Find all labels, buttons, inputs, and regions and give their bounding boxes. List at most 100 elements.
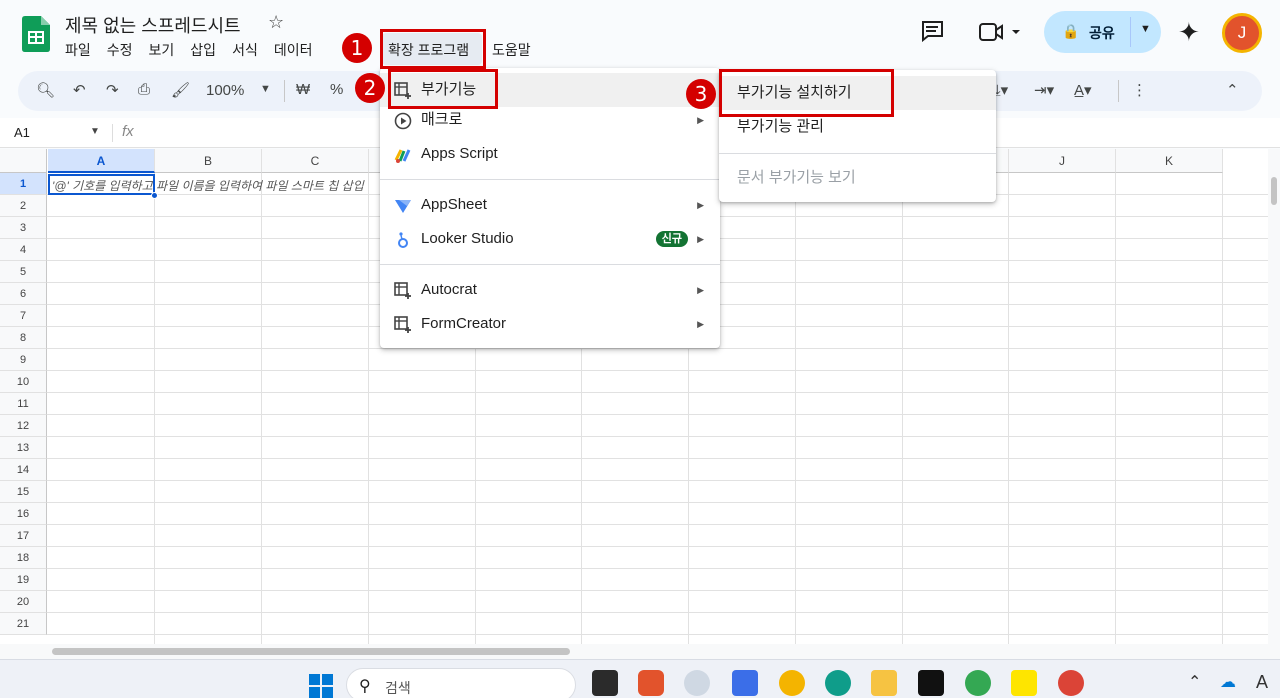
kakaotalk-icon[interactable] [1011, 670, 1037, 696]
file-explorer-icon[interactable] [871, 670, 897, 696]
menu-item-label: Autocrat [421, 281, 477, 298]
row-header-5[interactable]: 5 [0, 261, 47, 283]
chevron-down-icon[interactable]: ▼ [90, 126, 100, 137]
column-header-j[interactable]: J [1009, 149, 1116, 173]
share-label: 공유 [1089, 25, 1115, 41]
new-badge: 신규 [655, 231, 688, 247]
settings-gear-icon[interactable] [684, 670, 710, 696]
menu-item-autocrat[interactable]: Autocrat ▶ [380, 273, 720, 307]
row-header-4[interactable]: 4 [0, 239, 47, 261]
fill-handle[interactable] [151, 192, 158, 199]
chrome-icon[interactable] [1058, 670, 1084, 696]
menu-item-formcreator[interactable]: FormCreator ▶ [380, 307, 720, 341]
column-header-k[interactable]: K [1116, 149, 1223, 173]
more-options-icon[interactable]: ⋮ [1132, 81, 1147, 99]
row-header-19[interactable]: 19 [0, 569, 47, 591]
row-header-17[interactable]: 17 [0, 525, 47, 547]
row-header-21[interactable]: 21 [0, 613, 47, 635]
column-gridline [261, 173, 262, 644]
scrollbar-thumb[interactable] [52, 648, 570, 655]
horizontal-scrollbar[interactable] [0, 644, 1268, 659]
undo-icon[interactable]: ↶ [73, 81, 86, 99]
menu-item-looker-studio[interactable]: Looker Studio 신규 ▶ [380, 222, 720, 256]
row-header-10[interactable]: 10 [0, 371, 47, 393]
menu-bar: 파일 수정 보기 삽입 서식 데이터 [65, 40, 328, 60]
row-header-2[interactable]: 2 [0, 195, 47, 217]
toolbar-divider [284, 80, 285, 102]
menu-format[interactable]: 서식 [232, 40, 258, 60]
column-header-b[interactable]: B [155, 149, 262, 173]
row-gridline [47, 546, 1268, 547]
row-gridline [47, 348, 1268, 349]
row-header-14[interactable]: 14 [0, 459, 47, 481]
onedrive-cloud-icon[interactable]: ☁ [1220, 672, 1236, 692]
column-header-c[interactable]: C [262, 149, 369, 173]
name-box[interactable]: A1 [14, 125, 30, 140]
star-icon[interactable]: ☆ [268, 12, 284, 33]
text-rotation-icon[interactable]: A̲▾ [1074, 81, 1092, 99]
meet-video-icon[interactable] [978, 20, 1022, 44]
row-header-6[interactable]: 6 [0, 283, 47, 305]
scrollbar-thumb[interactable] [1271, 177, 1277, 205]
menu-item-appsheet[interactable]: AppSheet ▶ [380, 188, 720, 222]
column-gridline [368, 173, 369, 644]
gemini-sparkle-icon[interactable]: ✦ [1178, 17, 1200, 48]
menu-edit[interactable]: 수정 [107, 40, 133, 60]
os-taskbar: ⚲ 검색 ⌃ ☁ A [0, 659, 1280, 698]
collapse-toolbar-icon[interactable]: ⌃ [1226, 81, 1239, 99]
task-view-icon[interactable] [592, 670, 618, 696]
notion-icon[interactable] [918, 670, 944, 696]
vertical-scrollbar[interactable] [1268, 149, 1280, 659]
row-header-7[interactable]: 7 [0, 305, 47, 327]
doc-title[interactable]: 제목 없는 스프레드시트 [65, 12, 241, 38]
row-header-1[interactable]: 1 [0, 173, 47, 195]
select-all-corner[interactable] [0, 149, 47, 173]
text-wrap-icon[interactable]: ⇥▾ [1034, 81, 1054, 99]
submenu-arrow-icon: ▶ [697, 200, 704, 210]
row-gridline [47, 568, 1268, 569]
menu-data[interactable]: 데이터 [274, 40, 313, 60]
redo-icon[interactable]: ↷ [106, 81, 119, 99]
row-header-8[interactable]: 8 [0, 327, 47, 349]
share-dropdown-icon[interactable]: ▼ [1140, 23, 1151, 35]
row-header-12[interactable]: 12 [0, 415, 47, 437]
vertical-align-icon[interactable]: ⤓▾ [994, 81, 1008, 99]
currency-format-button[interactable]: ₩ [296, 81, 310, 98]
share-button[interactable]: 🔒 공유 ▼ [1044, 11, 1161, 53]
print-icon[interactable]: ⎙ [138, 81, 150, 98]
chrome-icon[interactable] [965, 670, 991, 696]
row-header-13[interactable]: 13 [0, 437, 47, 459]
input-language-indicator[interactable]: A [1256, 672, 1268, 693]
taskbar-search[interactable]: ⚲ 검색 [346, 668, 576, 698]
looker-studio-icon [398, 232, 408, 248]
avatar[interactable]: J [1222, 13, 1262, 53]
app-icon[interactable] [732, 670, 758, 696]
row-header-11[interactable]: 11 [0, 393, 47, 415]
menu-help[interactable]: 도움말 [492, 40, 531, 60]
app-icon[interactable] [638, 670, 664, 696]
chevron-up-icon[interactable]: ⌃ [1188, 672, 1201, 692]
row-header-15[interactable]: 15 [0, 481, 47, 503]
chrome-icon[interactable] [779, 670, 805, 696]
paint-format-icon[interactable]: 🖌︎ [171, 81, 190, 99]
row-header-9[interactable]: 9 [0, 349, 47, 371]
google-sheets-logo-icon[interactable] [22, 16, 50, 52]
menu-insert[interactable]: 삽입 [190, 40, 216, 60]
search-menus-icon[interactable]: 🔍︎ [36, 81, 55, 99]
row-header-20[interactable]: 20 [0, 591, 47, 613]
edge-icon[interactable] [825, 670, 851, 696]
row-gridline [47, 480, 1268, 481]
row-header-3[interactable]: 3 [0, 217, 47, 239]
zoom-select[interactable]: 100% [206, 82, 244, 99]
menu-item-apps-script[interactable]: Apps Script [380, 137, 720, 171]
windows-start-icon[interactable] [309, 674, 333, 698]
menu-view[interactable]: 보기 [149, 40, 175, 60]
comments-icon[interactable] [920, 20, 944, 42]
row-header-18[interactable]: 18 [0, 547, 47, 569]
column-header-a[interactable]: A [48, 149, 155, 173]
chevron-down-icon[interactable]: ▼ [260, 83, 271, 95]
annotation-box-3 [719, 69, 894, 117]
menu-file[interactable]: 파일 [65, 40, 91, 60]
percent-format-button[interactable]: % [330, 81, 343, 98]
row-header-16[interactable]: 16 [0, 503, 47, 525]
